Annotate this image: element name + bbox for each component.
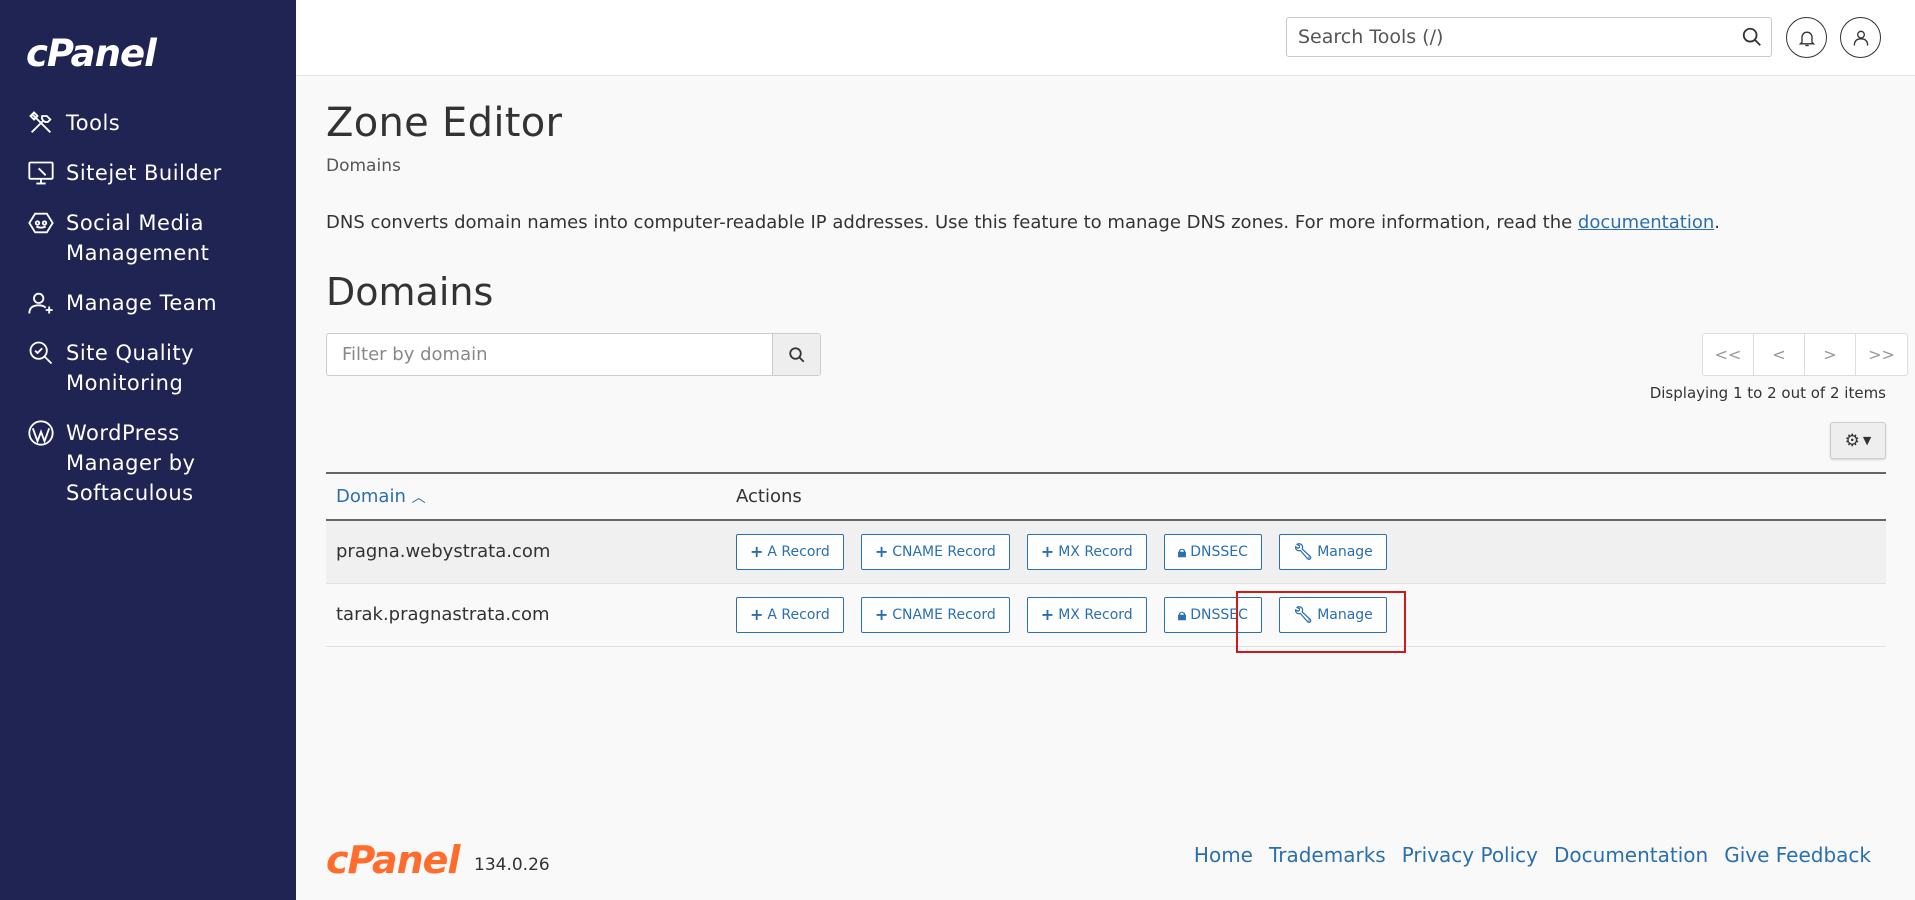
dnssec-label: DNSSEC: [1190, 543, 1248, 560]
table-row: pragna.webystrata.com + A Record + CNAME R…: [326, 520, 1886, 584]
add-a-record-button[interactable]: + A Record: [736, 596, 844, 633]
bell-icon: [1798, 31, 1815, 46]
footer-cpanel-logo: cPanel: [326, 838, 460, 882]
mx-record-label: MX Record: [1058, 606, 1133, 623]
sidebar-item-label: Site Quality Monitoring: [66, 341, 195, 395]
manage-button[interactable]: 🔧︎ Manage: [1278, 533, 1387, 570]
search-tools-box: [1286, 17, 1772, 57]
version-number: 134.0.26: [474, 855, 550, 875]
sidebar-item-social-media[interactable]: Social Media Management: [0, 208, 296, 268]
filter-domain-input[interactable]: [327, 334, 772, 375]
sidebar-item-label: Manage Team: [66, 291, 218, 315]
tools-icon: [26, 108, 56, 138]
domain-cell: tarak.pragnastrata.com: [326, 583, 726, 647]
footer-link-privacy-policy[interactable]: Privacy Policy: [1402, 843, 1538, 867]
first-page-button[interactable]: <<: [1703, 334, 1754, 375]
table-header-row: Domain ︿ Actions: [326, 472, 1886, 521]
plus-icon: +: [750, 542, 764, 562]
last-page-button[interactable]: >>: [1856, 334, 1907, 375]
page-description: DNS converts domain names into computer-…: [326, 212, 1720, 233]
sidebar-nav: Tools Sitejet Builder Social Media Manag…: [0, 108, 296, 528]
section-title: Domains: [326, 270, 494, 314]
domain-header-label: Domain: [336, 486, 406, 507]
add-mx-record-button[interactable]: + MX Record: [1026, 596, 1147, 633]
add-cname-record-button[interactable]: + CNAME Record: [860, 533, 1010, 570]
sidebar-item-manage-team[interactable]: Manage Team: [0, 288, 296, 318]
cpanel-logo[interactable]: cPanel: [26, 32, 157, 75]
wordpress-icon: [26, 418, 56, 448]
sidebar-item-sitejet[interactable]: Sitejet Builder: [0, 158, 296, 188]
plus-icon: +: [874, 605, 889, 624]
footer-link-documentation[interactable]: Documentation: [1554, 843, 1708, 867]
caret-down-icon: ▼: [1862, 434, 1872, 447]
sidebar-item-label: Tools: [66, 111, 121, 135]
cname-record-label: CNAME Record: [892, 543, 996, 560]
domain-cell: pragna.webystrata.com: [326, 520, 726, 584]
pagination: << < > >>: [1702, 333, 1908, 376]
manage-label: Manage: [1317, 543, 1373, 560]
breadcrumb: Domains: [326, 156, 401, 176]
sidebar-item-wordpress[interactable]: WordPress Manager by Softaculous: [0, 418, 296, 508]
notifications-button[interactable]: [1786, 17, 1827, 58]
quality-icon: [26, 338, 56, 368]
footer-links: Home Trademarks Privacy Policy Documenta…: [1194, 843, 1871, 867]
next-page-button[interactable]: >: [1805, 334, 1856, 375]
sort-ascending-icon: ︿: [411, 490, 426, 506]
domain-column-header[interactable]: Domain ︿: [326, 472, 726, 521]
lock-icon: 🔒︎: [1177, 604, 1187, 624]
dnssec-button[interactable]: 🔒︎ DNSSEC: [1163, 533, 1262, 570]
search-tools-input[interactable]: [1287, 18, 1717, 56]
add-a-record-button[interactable]: + A Record: [736, 533, 844, 570]
settings-dropdown-button[interactable]: ⚙ ▼: [1830, 422, 1886, 459]
plus-icon: +: [1040, 542, 1055, 562]
wrench-icon: 🔧︎: [1292, 542, 1314, 562]
prev-page-button[interactable]: <: [1754, 334, 1805, 375]
sidebar-item-tools[interactable]: Tools: [0, 108, 296, 138]
sidebar: cPanel Tools Sitejet Builder Social Medi…: [0, 0, 296, 900]
display-count: Displaying 1 to 2 out of 2 items: [1649, 384, 1886, 402]
mx-record-label: MX Record: [1058, 543, 1133, 560]
filter-search-button[interactable]: [772, 334, 820, 375]
search-icon[interactable]: [1741, 26, 1763, 48]
domain-filter: [326, 333, 821, 376]
a-record-label: A Record: [767, 543, 830, 560]
table-row: tarak.pragnastrata.com + A Record + CNAME …: [326, 583, 1886, 647]
lock-icon: 🔒︎: [1177, 541, 1187, 561]
actions-column-header: Actions: [726, 472, 1886, 521]
description-suffix: .: [1714, 212, 1720, 233]
plus-icon: +: [750, 605, 764, 624]
sidebar-item-label: WordPress Manager by Softaculous: [66, 421, 196, 505]
user-menu-button[interactable]: [1840, 17, 1881, 58]
add-mx-record-button[interactable]: + MX Record: [1026, 533, 1147, 570]
footer-link-home[interactable]: Home: [1194, 843, 1253, 867]
cname-record-label: CNAME Record: [892, 606, 996, 623]
top-bar: [296, 0, 1915, 76]
gear-icon: ⚙: [1844, 430, 1860, 451]
documentation-link[interactable]: documentation: [1578, 212, 1714, 233]
a-record-label: A Record: [767, 606, 830, 623]
plus-icon: +: [874, 542, 889, 562]
sidebar-item-label: Social Media Management: [66, 211, 210, 265]
page-title: Zone Editor: [326, 100, 563, 146]
search-icon: [788, 346, 804, 362]
sidebar-item-site-quality[interactable]: Site Quality Monitoring: [0, 338, 296, 398]
monitor-icon: [26, 158, 56, 188]
domains-table: Domain ︿ Actions pragna.webystrata.com +…: [326, 472, 1886, 647]
actions-cell: + A Record + CNAME Record + MX Record 🔒︎ DNS…: [726, 520, 1886, 584]
sidebar-item-label: Sitejet Builder: [66, 161, 222, 185]
footer-link-give-feedback[interactable]: Give Feedback: [1724, 843, 1871, 867]
footer-link-trademarks[interactable]: Trademarks: [1269, 843, 1386, 867]
highlight-box: [1236, 591, 1406, 653]
team-icon: [26, 288, 56, 318]
description-text: DNS converts domain names into computer-…: [326, 212, 1578, 233]
user-icon: [1853, 30, 1868, 46]
add-cname-record-button[interactable]: + CNAME Record: [860, 596, 1010, 633]
plus-icon: +: [1040, 605, 1055, 624]
social-icon: [26, 208, 56, 238]
